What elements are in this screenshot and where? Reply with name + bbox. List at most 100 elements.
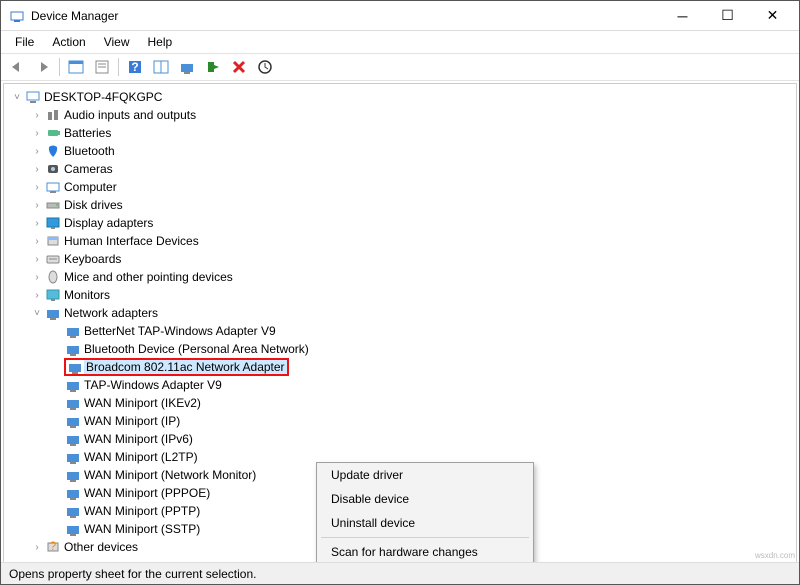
watermark: wsxdn.com — [755, 551, 795, 560]
tree-category[interactable]: › Computer — [30, 178, 796, 196]
toolbar: ? — [1, 53, 799, 81]
expand-icon[interactable]: › — [30, 146, 44, 157]
network-adapter-icon — [64, 432, 82, 446]
back-button[interactable] — [5, 56, 29, 78]
device-item[interactable]: TAP-Windows Adapter V9 — [50, 376, 796, 394]
tree-category[interactable]: ›Bluetooth — [30, 142, 796, 160]
menu-help[interactable]: Help — [140, 33, 181, 51]
category-label: Other devices — [62, 540, 140, 554]
tree-category[interactable]: › Cameras — [30, 160, 796, 178]
tree-category[interactable]: › Batteries — [30, 124, 796, 142]
update-driver-button[interactable] — [175, 56, 199, 78]
uninstall-device-button[interactable] — [227, 56, 251, 78]
device-item[interactable]: WAN Miniport (IP) — [50, 412, 796, 430]
category-label: Computer — [62, 180, 119, 194]
tree-category[interactable]: › Audio inputs and outputs — [30, 106, 796, 124]
network-adapter-icon — [64, 414, 82, 428]
expand-icon[interactable]: › — [30, 164, 44, 175]
properties-button[interactable] — [90, 56, 114, 78]
scan-hardware-button[interactable] — [253, 56, 277, 78]
expand-icon[interactable]: › — [30, 254, 44, 265]
close-button[interactable]: ✕ — [750, 2, 795, 30]
category-icon — [44, 252, 62, 266]
device-label: WAN Miniport (PPTP) — [82, 504, 202, 518]
tree-category[interactable]: › Human Interface Devices — [30, 232, 796, 250]
svg-text:?: ? — [50, 540, 57, 553]
forward-button[interactable] — [31, 56, 55, 78]
statusbar: Opens property sheet for the current sel… — [1, 562, 799, 584]
expand-icon[interactable]: › — [30, 218, 44, 229]
device-label: TAP-Windows Adapter V9 — [82, 378, 224, 392]
category-icon — [44, 180, 62, 194]
enable-device-button[interactable] — [201, 56, 225, 78]
expand-icon[interactable]: › — [30, 542, 44, 553]
menu-view[interactable]: View — [96, 33, 138, 51]
expand-icon[interactable]: › — [30, 290, 44, 301]
tree-category[interactable]: ›Keyboards — [30, 250, 796, 268]
minimize-button[interactable]: ─ — [660, 2, 705, 30]
show-hide-console-button[interactable] — [64, 56, 88, 78]
device-item[interactable]: Bluetooth Device (Personal Area Network) — [50, 340, 796, 358]
svg-text:?: ? — [131, 60, 138, 74]
tree-root[interactable]: ˅ DESKTOP-4FQKGPC — [10, 88, 796, 106]
category-icon: ? — [44, 540, 62, 554]
network-adapter-icon — [64, 522, 82, 536]
network-adapter-icon — [64, 468, 82, 482]
device-item[interactable]: WAN Miniport (IPv6) — [50, 430, 796, 448]
maximize-button[interactable]: ☐ — [705, 2, 750, 30]
device-item[interactable]: BetterNet TAP-Windows Adapter V9 — [50, 322, 796, 340]
menu-update-driver[interactable]: Update driver — [317, 463, 533, 487]
category-icon — [44, 126, 62, 140]
network-adapter-icon — [64, 342, 82, 356]
expand-icon[interactable]: › — [30, 182, 44, 193]
menu-file[interactable]: File — [7, 33, 42, 51]
expand-icon[interactable]: › — [30, 128, 44, 139]
network-adapter-icon — [64, 504, 82, 518]
computer-icon — [24, 90, 42, 104]
tree-category[interactable]: ›Disk drives — [30, 196, 796, 214]
tree-category[interactable]: ›Display adapters — [30, 214, 796, 232]
menubar: File Action View Help — [1, 31, 799, 53]
device-label: WAN Miniport (IP) — [82, 414, 182, 428]
device-label: WAN Miniport (Network Monitor) — [82, 468, 258, 482]
category-icon — [44, 144, 62, 158]
category-icon — [44, 198, 62, 212]
menu-uninstall-device[interactable]: Uninstall device — [317, 511, 533, 535]
expand-icon[interactable]: › — [30, 236, 44, 247]
category-icon — [44, 234, 62, 248]
tree-category[interactable]: ˅Network adapters — [30, 304, 796, 322]
device-item[interactable]: WAN Miniport (IKEv2) — [50, 394, 796, 412]
network-adapter-icon — [64, 324, 82, 338]
category-label: Cameras — [62, 162, 115, 176]
category-label: Audio inputs and outputs — [62, 108, 198, 122]
category-icon — [44, 162, 62, 176]
menu-action[interactable]: Action — [44, 33, 93, 51]
window-button[interactable] — [149, 56, 173, 78]
category-label: Batteries — [62, 126, 113, 140]
collapse-icon[interactable]: ˅ — [10, 92, 24, 103]
category-label: Human Interface Devices — [62, 234, 201, 248]
menu-disable-device[interactable]: Disable device — [317, 487, 533, 511]
expand-icon[interactable]: › — [30, 200, 44, 211]
category-label: Monitors — [62, 288, 112, 302]
tree-category[interactable]: ›Mice and other pointing devices — [30, 268, 796, 286]
device-label: Broadcom 802.11ac Network Adapter — [84, 360, 287, 374]
menu-separator — [321, 537, 529, 538]
device-tree[interactable]: ˅ DESKTOP-4FQKGPC › Audio inputs and outp… — [3, 83, 797, 563]
device-item[interactable]: Broadcom 802.11ac Network Adapter — [50, 358, 796, 376]
help-button[interactable]: ? — [123, 56, 147, 78]
tree-category[interactable]: › Monitors — [30, 286, 796, 304]
root-label: DESKTOP-4FQKGPC — [42, 90, 164, 104]
device-label: WAN Miniport (SSTP) — [82, 522, 202, 536]
selected-device[interactable]: Broadcom 802.11ac Network Adapter — [64, 358, 289, 376]
menu-scan-hardware[interactable]: Scan for hardware changes — [317, 540, 533, 563]
app-icon — [9, 8, 25, 24]
category-icon — [44, 108, 62, 122]
network-adapter-icon — [66, 360, 84, 374]
statusbar-text: Opens property sheet for the current sel… — [9, 567, 256, 581]
expand-icon[interactable]: › — [30, 110, 44, 121]
category-icon — [44, 270, 62, 284]
expand-icon[interactable]: › — [30, 272, 44, 283]
category-icon — [44, 306, 62, 320]
collapse-icon[interactable]: ˅ — [30, 308, 44, 319]
